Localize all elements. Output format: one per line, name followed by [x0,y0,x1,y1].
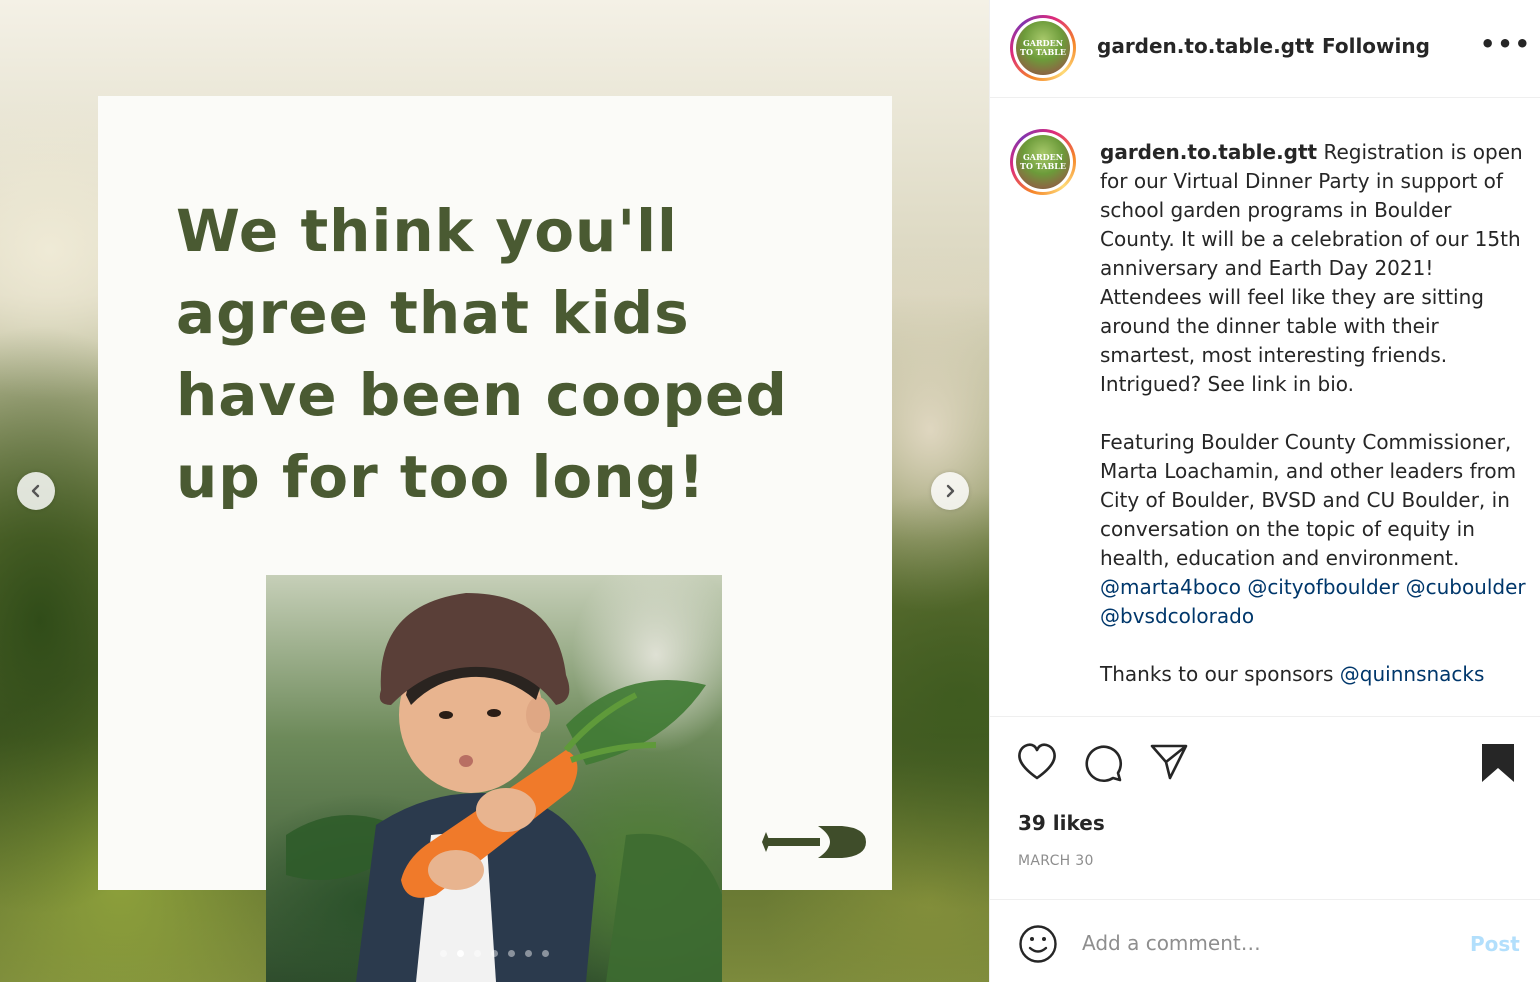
carousel-indicator [440,950,549,957]
caption-text: Registration is open for our Virtual Din… [1100,140,1523,396]
caption-username[interactable]: garden.to.table.gtt [1100,140,1317,164]
header-username[interactable]: garden.to.table.gtt [1097,34,1314,58]
header-separator: • [1303,34,1315,58]
carousel-dot [525,950,532,957]
carousel-dot [491,950,498,957]
mention-link[interactable]: @quinnsnacks [1340,662,1485,686]
next-slide-button[interactable] [931,472,969,510]
child-with-carrot-photo [266,575,722,982]
post-header: GARDEN TO TABLE garden.to.table.gtt • Fo… [990,0,1540,98]
mention-link[interactable]: @cityofboulder [1247,575,1399,599]
bookmark-icon[interactable] [1480,742,1516,784]
share-icon[interactable] [1148,742,1190,782]
post-actions: 39 likes MARCH 30 [990,718,1540,900]
shovel-icon [762,826,866,858]
post-caption: garden.to.table.gtt Registration is open… [1100,138,1530,716]
carousel-dot [508,950,515,957]
carousel-dot [440,950,447,957]
caption-avatar[interactable]: GARDEN TO TABLE [1010,129,1076,195]
like-count[interactable]: 39 likes [1018,811,1105,835]
previous-slide-button[interactable] [17,472,55,510]
mention-link[interactable]: @marta4boco [1100,575,1241,599]
post-sidebar: GARDEN TO TABLE garden.to.table.gtt • Fo… [989,0,1540,982]
mention-link[interactable]: @bvsdcolorado [1100,604,1254,628]
carousel-dot [474,950,481,957]
following-button[interactable]: Following [1322,34,1430,58]
comment-input[interactable] [1082,924,1442,962]
comment-icon[interactable] [1082,742,1124,784]
garden-to-table-logo: GARDEN TO TABLE [1016,21,1070,75]
garden-to-table-logo: GARDEN TO TABLE [1016,135,1070,189]
carousel-dot [542,950,549,957]
mention-link[interactable]: @cuboulder [1406,575,1526,599]
post-comment-button[interactable]: Post [1470,932,1520,956]
comment-bar: Post [990,900,1540,982]
post-date[interactable]: MARCH 30 [1018,853,1094,869]
post-media: We think you'll agree that kids have bee… [0,0,989,982]
carousel-dot [457,950,464,957]
heart-icon[interactable] [1016,742,1058,782]
caption-text: Featuring Boulder County Commissioner, M… [1100,430,1517,570]
chevron-right-icon [946,484,955,498]
avatar[interactable]: GARDEN TO TABLE [1010,15,1076,81]
chevron-left-icon [31,484,40,498]
caption-text: Thanks to our sponsors [1100,662,1340,686]
post-headline: We think you'll agree that kids have bee… [176,197,788,511]
more-options-button[interactable]: ••• [1480,30,1532,58]
caption-area: GARDEN TO TABLE garden.to.table.gtt Regi… [990,98,1540,717]
emoji-icon[interactable] [1018,924,1058,964]
